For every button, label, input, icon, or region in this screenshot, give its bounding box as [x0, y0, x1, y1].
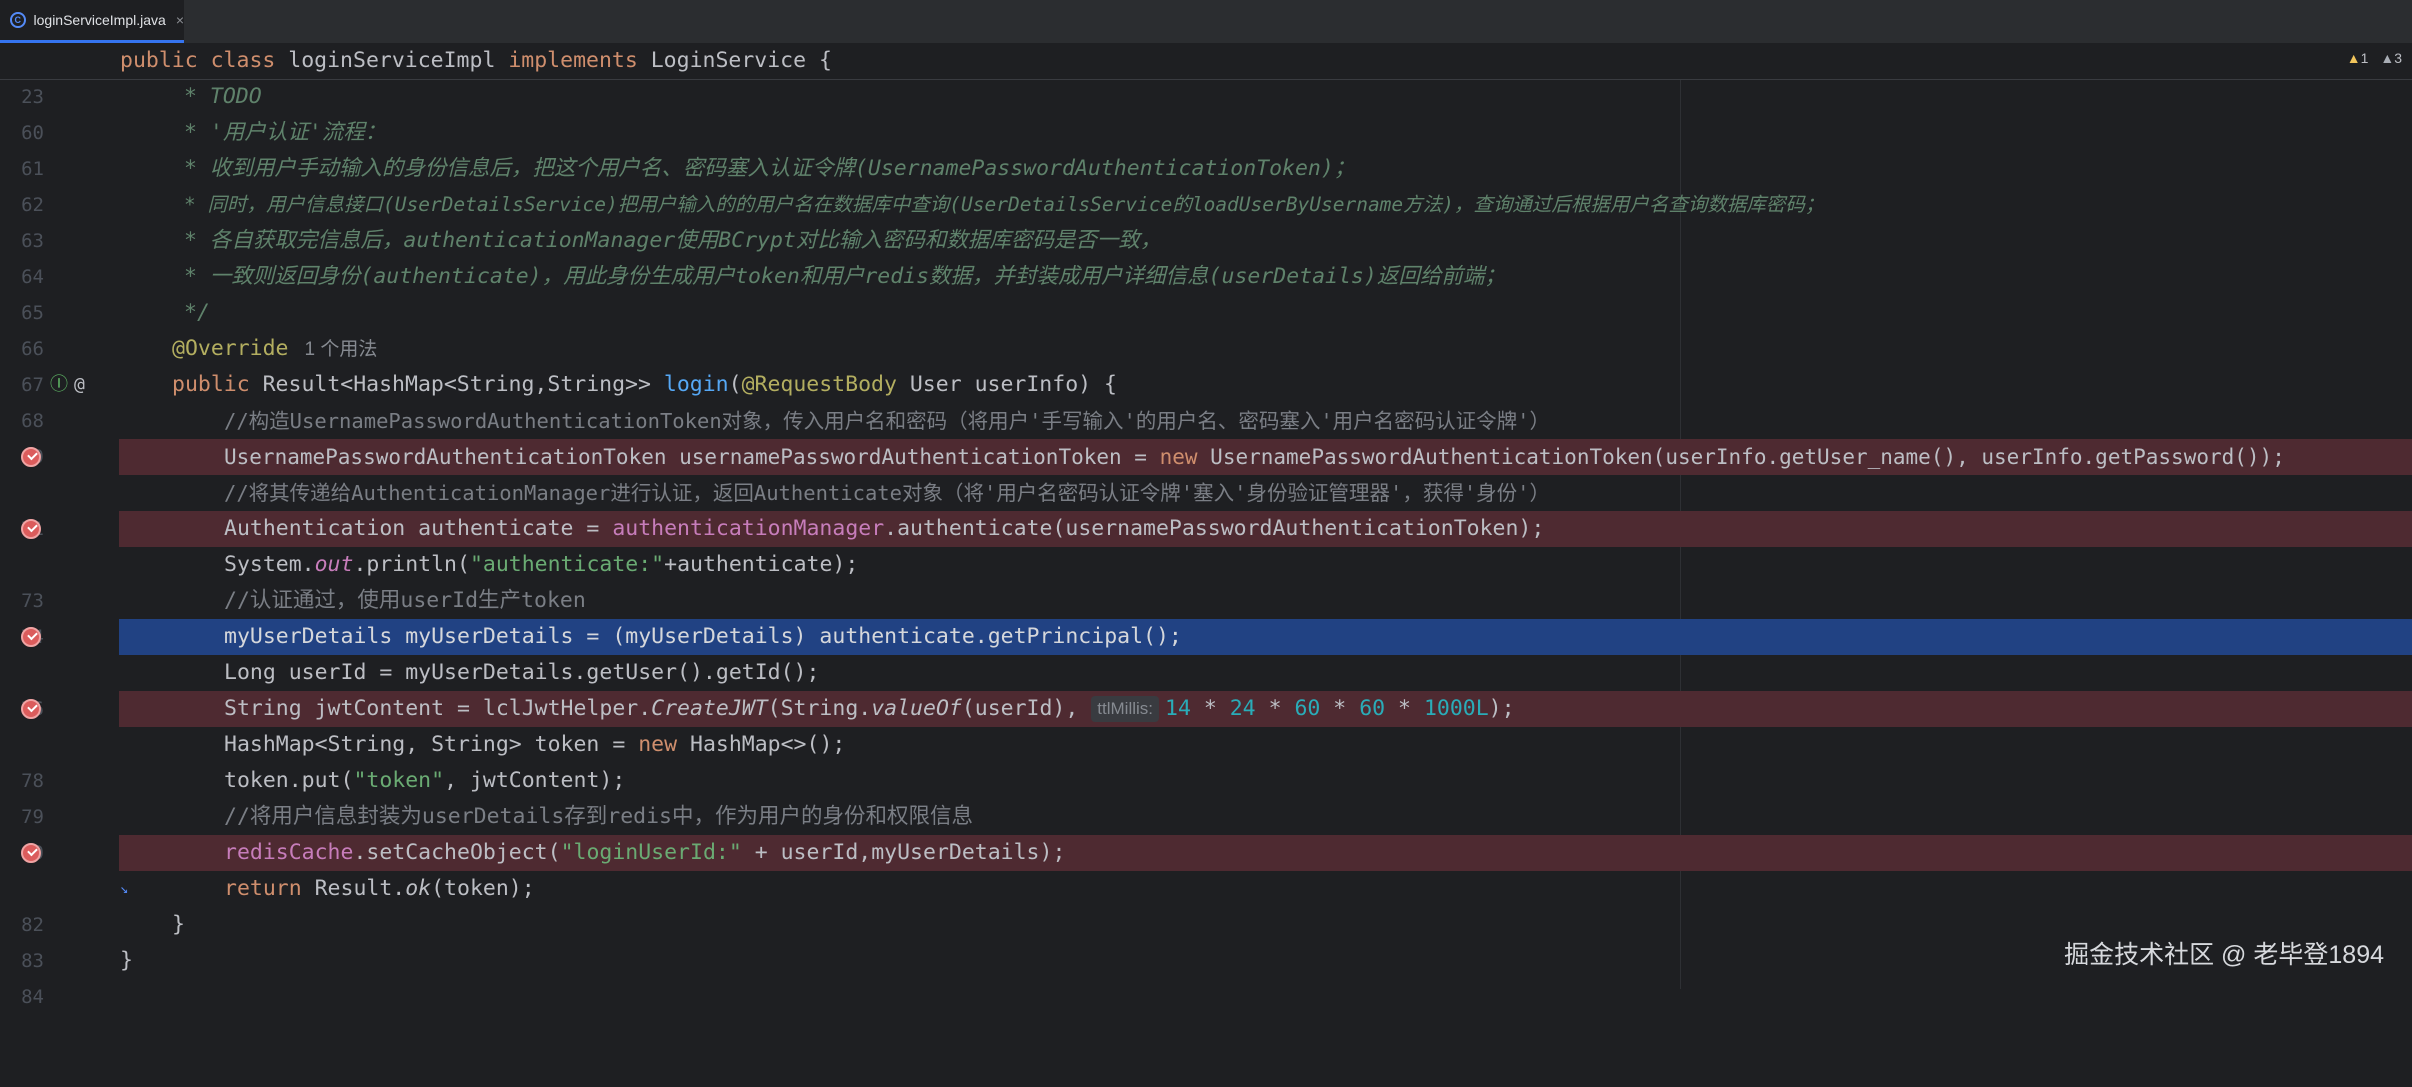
editor-line: 68 Ⓘ @ public Result<HashMap<String,Stri… [0, 367, 2412, 432]
editor-line-breakpoint: String jwtContent = lclJwtHelper.CreateJ… [0, 691, 2412, 727]
editor-line: 83 } [0, 907, 2412, 972]
editor-line: 67 @Override 1 个用法 [0, 331, 2412, 396]
warning-count: 1 [2360, 50, 2369, 66]
code-line: */ [184, 300, 210, 325]
code-line: * 收到用户手动输入的身份信息后，把这个用户名、密码塞入认证令牌(Usernam… [184, 156, 1356, 181]
editor-line: 60 * TODO [0, 79, 2412, 144]
editor-line-breakpoint: UsernamePasswordAuthenticationToken user… [0, 439, 2412, 475]
editor-line: 76 Long userId = myUserDetails.getUser()… [0, 655, 2412, 720]
tab-loginServiceImpl[interactable]: C loginServiceImpl.java × [0, 0, 184, 43]
code-line: * '用户认证'流程： [184, 120, 387, 145]
code-line: //构造UsernamePasswordAuthenticationToken对… [224, 409, 1551, 433]
editor-line: 66 */ [0, 295, 2412, 360]
editor-line: 61 * '用户认证'流程： [0, 115, 2412, 180]
editor-tab-bar: C loginServiceImpl.java × [0, 0, 2412, 44]
code-line: } [120, 948, 133, 973]
parameter-hint: ttlMillis: [1091, 696, 1159, 722]
code-line: Long userId = myUserDetails.getUser().ge… [224, 660, 820, 685]
code-line: * 各自获取完信息后，authenticationManager使用BCrypt… [184, 228, 1162, 253]
editor-line: 73 System.out.println("authenticate:"+au… [0, 547, 2412, 612]
weak-warning-count: 3 [2394, 50, 2402, 66]
code-line: token.put("token", jwtContent); [224, 768, 626, 793]
close-icon[interactable]: × [176, 12, 184, 28]
editor-line: 69 //构造UsernamePasswordAuthenticationTok… [0, 403, 2412, 468]
java-class-icon: C [10, 12, 26, 28]
code-line: Authentication authenticate = authentica… [224, 516, 1545, 541]
code-line: HashMap<String, String> token = new Hash… [224, 732, 846, 757]
code-line: redisCache.setCacheObject("loginUserId:"… [224, 840, 1066, 865]
editor-line-breakpoint: Authentication authenticate = authentica… [0, 511, 2412, 547]
code-line: myUserDetails myUserDetails = (myUserDet… [224, 624, 1182, 649]
code-line: //将用户信息封装为userDetails存到redis中，作为用户的身份和权限… [224, 804, 973, 829]
tab-label: loginServiceImpl.java [33, 12, 166, 28]
line-number: 23 [21, 86, 44, 108]
step-into-marker-icon: ↘ [120, 881, 129, 897]
code-line: @Override 1 个用法 [172, 336, 378, 361]
editor-line: 78 HashMap<String, String> token = new H… [0, 727, 2412, 792]
code-line: * 一致则返回身份(authenticate)，用此身份生成用户token和用户… [184, 264, 1506, 289]
code-editor[interactable]: ▲1 ▲3 23 public class loginServiceImpl i… [0, 43, 2412, 1008]
breakpoint-icon[interactable] [21, 447, 41, 467]
implements-method-icon[interactable]: Ⓘ [50, 367, 68, 403]
code-line: * TODO [184, 84, 262, 109]
editor-line: 74 //认证通过，使用userId生产token [0, 583, 2412, 648]
editor-line: 80 //将用户信息封装为userDetails存到redis中，作为用户的身份… [0, 799, 2412, 864]
breakpoint-icon[interactable] [21, 699, 41, 719]
code-line: return Result.ok(token); [224, 876, 535, 901]
code-line: //将其传递给AuthenticationManager进行认证，返回Authe… [224, 481, 1551, 505]
inspection-indicators[interactable]: ▲1 ▲3 [2341, 50, 2402, 66]
line-number: 84 [21, 986, 44, 1008]
code-line: //认证通过，使用userId生产token [224, 588, 586, 613]
editor-line: 64 * 各自获取完信息后，authenticationManager使用BCr… [0, 223, 2412, 288]
usages-hint[interactable]: 1 个用法 [305, 339, 378, 360]
editor-line: 62 * 收到用户手动输入的身份信息后，把这个用户名、密码塞入认证令牌(User… [0, 151, 2412, 216]
code-line: public class loginServiceImpl implements… [120, 48, 832, 73]
watermark: 掘金技术社区 @ 老毕登1894 [2064, 941, 2384, 969]
warning-triangle-icon: ▲ [2346, 50, 2361, 66]
breakpoint-icon[interactable] [21, 519, 41, 539]
code-line: String jwtContent = lclJwtHelper.CreateJ… [224, 696, 1515, 722]
editor-line-current-execution: myUserDetails myUserDetails = (myUserDet… [0, 619, 2412, 655]
editor-line: 84 } [0, 943, 2412, 1008]
editor-line: 65 * 一致则返回身份(authenticate)，用此身份生成用户token… [0, 259, 2412, 324]
code-line: System.out.println("authenticate:"+authe… [224, 552, 859, 577]
editor-line: 79 token.put("token", jwtContent); [0, 763, 2412, 828]
code-line: UsernamePasswordAuthenticationToken user… [224, 445, 2285, 469]
breakpoint-icon[interactable] [21, 627, 41, 647]
editor-line: 63 * 同时，用户信息接口(UserDetailsService)把用户输入的… [0, 187, 2412, 252]
breakpoint-icon[interactable] [21, 843, 41, 863]
code-line: public Result<HashMap<String,String>> lo… [172, 372, 1117, 397]
annotation-gutter-icon[interactable]: @ [74, 367, 85, 403]
code-line: } [172, 912, 185, 937]
weak-warning-icon: ▲ [2380, 50, 2395, 66]
editor-line-breakpoint: redisCache.setCacheObject("loginUserId:"… [0, 835, 2412, 871]
code-line: * 同时，用户信息接口(UserDetailsService)把用户输入的的用户… [184, 193, 1825, 216]
editor-line: 82 ↘ return Result.ok(token); [0, 871, 2412, 936]
sticky-header-line[interactable]: 23 public class loginServiceImpl impleme… [0, 43, 2412, 108]
editor-line: 71 //将其传递给AuthenticationManager进行认证，返回Au… [0, 475, 2412, 540]
